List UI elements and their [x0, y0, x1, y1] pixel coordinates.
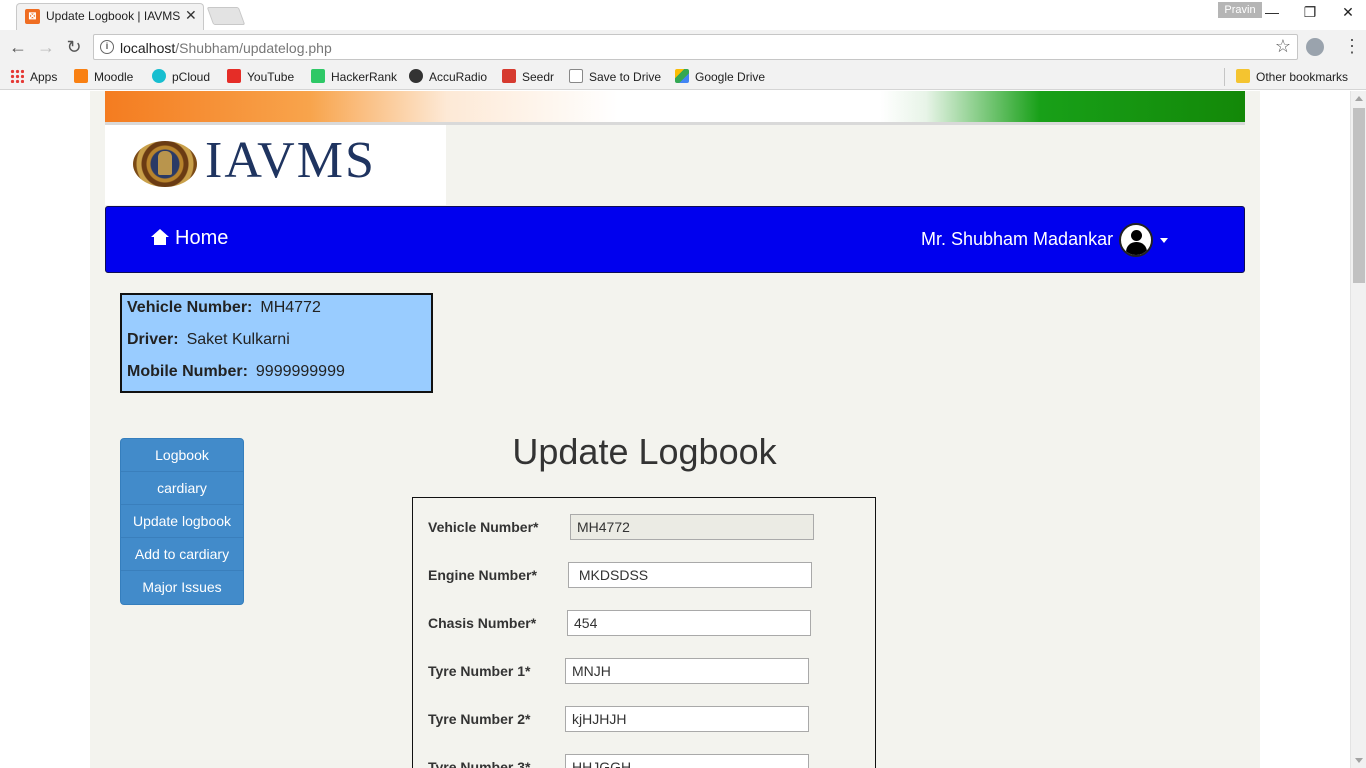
field-label: Vehicle Number*	[428, 519, 539, 535]
reload-icon[interactable]: ↻	[62, 35, 86, 59]
user-avatar-icon	[1119, 223, 1153, 257]
bookmark-moodle[interactable]: Moodle	[74, 68, 133, 86]
bookmark-pcloud[interactable]: pCloud	[152, 68, 210, 86]
update-logbook-form: Vehicle Number* Engine Number* Chasis Nu…	[412, 497, 876, 768]
side-navigation: Logbook cardiary Update logbook Add to c…	[120, 438, 244, 605]
bookmark-hackerrank[interactable]: HackerRank	[311, 68, 397, 86]
driver-row: Driver: Saket Kulkarni	[127, 331, 290, 348]
tab-close-icon[interactable]: ✕	[185, 7, 197, 24]
tab-title: Update Logbook | IAVMS	[46, 9, 180, 23]
accuradio-icon	[409, 69, 423, 83]
close-window-icon[interactable]: ✕	[1334, 2, 1362, 22]
bookmark-accuradio[interactable]: AccuRadio	[409, 68, 487, 86]
chrome-menu-icon[interactable]: ⋮	[1343, 36, 1361, 57]
pcloud-icon	[152, 69, 166, 83]
minimize-icon[interactable]: —	[1258, 2, 1286, 22]
browser-tab[interactable]: ⊠ Update Logbook | IAVMS ✕	[16, 3, 204, 30]
sidebar-item-add-to-cardiary[interactable]: Add to cardiary	[121, 538, 243, 571]
nav-home-link[interactable]: Home	[151, 227, 228, 250]
brand-name: IAVMS	[205, 132, 376, 189]
google-drive-icon	[675, 69, 689, 83]
sidebar-item-update-logbook[interactable]: Update logbook	[121, 505, 243, 538]
tyre-number-3-field[interactable]	[565, 754, 809, 768]
restore-icon[interactable]: ❐	[1296, 2, 1324, 22]
emblem-icon	[133, 141, 197, 187]
url-text: localhost/Shubham/updatelog.php	[120, 40, 332, 56]
chasis-number-field[interactable]	[567, 610, 811, 636]
tricolor-banner	[105, 91, 1245, 125]
page-icon	[569, 69, 583, 83]
scrollbar-thumb[interactable]	[1353, 108, 1365, 283]
field-label: Tyre Number 2*	[428, 711, 531, 727]
forward-arrow-icon[interactable]: →	[34, 35, 58, 59]
new-tab-button[interactable]	[206, 7, 246, 25]
vehicle-number-field[interactable]	[570, 514, 814, 540]
site-info-icon[interactable]: i	[100, 40, 114, 54]
user-name: Mr. Shubham Madankar	[921, 229, 1114, 249]
bookmark-youtube[interactable]: YouTube	[227, 68, 294, 86]
profile-badge[interactable]: Pravin	[1218, 2, 1262, 18]
extension-icon[interactable]	[1306, 38, 1324, 56]
bookmark-google-drive[interactable]: Google Drive	[675, 68, 765, 86]
scroll-down-arrow-icon[interactable]	[1355, 758, 1363, 763]
address-bar[interactable]: i localhost/Shubham/updatelog.php ☆	[93, 34, 1298, 60]
logo[interactable]: IAVMS	[105, 125, 446, 205]
caret-down-icon	[1160, 238, 1168, 243]
xampp-favicon-icon: ⊠	[25, 9, 40, 24]
bookmarks-separator	[1224, 68, 1225, 86]
page-container: IAVMS Home Mr. Shubham Madankar Vehicle …	[90, 91, 1260, 768]
folder-icon	[1236, 69, 1250, 83]
main-navbar: Home Mr. Shubham Madankar	[105, 206, 1245, 273]
page-scrollbar[interactable]	[1350, 91, 1366, 768]
hackerrank-icon	[311, 69, 325, 83]
field-label: Tyre Number 3*	[428, 759, 531, 768]
browser-titlebar: ⊠ Update Logbook | IAVMS ✕ Pravin — ❐ ✕	[0, 0, 1366, 30]
apps-grid-icon	[10, 69, 24, 83]
bookmark-seedr[interactable]: Seedr	[502, 68, 554, 86]
sidebar-item-major-issues[interactable]: Major Issues	[121, 571, 243, 604]
field-label: Chasis Number*	[428, 615, 537, 631]
field-label: Engine Number*	[428, 567, 537, 583]
seedr-icon	[502, 69, 516, 83]
tyre-number-2-field[interactable]	[565, 706, 809, 732]
scroll-up-arrow-icon[interactable]	[1355, 96, 1363, 101]
sidebar-item-cardiary[interactable]: cardiary	[121, 472, 243, 505]
bookmark-save-to-drive[interactable]: Save to Drive	[569, 68, 661, 86]
bookmarks-bar: Apps Moodle pCloud YouTube HackerRank Ac…	[0, 64, 1366, 90]
bookmark-other[interactable]: Other bookmarks	[1236, 68, 1348, 86]
bookmark-apps[interactable]: Apps	[10, 68, 57, 86]
field-label: Tyre Number 1*	[428, 663, 531, 679]
moodle-icon	[74, 69, 88, 83]
engine-number-field[interactable]	[568, 562, 812, 588]
page-title: Update Logbook	[512, 431, 777, 472]
browser-toolbar: ← → ↻ i localhost/Shubham/updatelog.php …	[0, 30, 1366, 64]
home-icon	[151, 229, 169, 245]
mobile-number-row: Mobile Number: 9999999999	[127, 363, 345, 380]
page-viewport: IAVMS Home Mr. Shubham Madankar Vehicle …	[0, 91, 1350, 768]
tyre-number-1-field[interactable]	[565, 658, 809, 684]
vehicle-number-row: Vehicle Number: MH4772	[127, 299, 321, 316]
bookmark-star-icon[interactable]: ☆	[1275, 36, 1291, 57]
sidebar-item-logbook[interactable]: Logbook	[121, 439, 243, 472]
youtube-icon	[227, 69, 241, 83]
back-arrow-icon[interactable]: ←	[6, 35, 30, 59]
vehicle-info-panel: Vehicle Number: MH4772 Driver: Saket Kulka…	[120, 293, 433, 393]
